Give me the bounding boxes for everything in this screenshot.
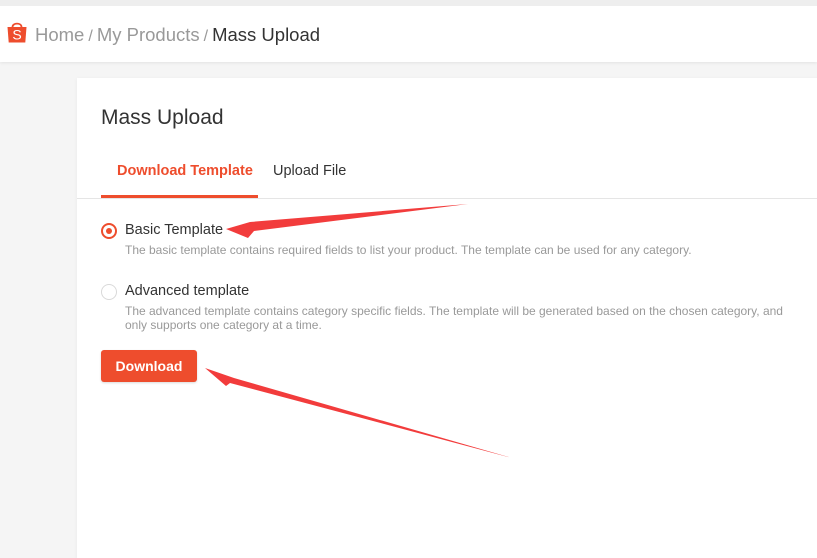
breadcrumb-separator: /: [88, 28, 93, 45]
mass-upload-card: Mass Upload Download Template Upload Fil…: [77, 78, 817, 558]
basic-template-description: The basic template contains required fie…: [125, 243, 692, 257]
breadcrumb-separator: /: [203, 28, 209, 45]
basic-template-radio[interactable]: [101, 223, 117, 239]
breadcrumb: Home / My Products / Mass Upload: [35, 24, 320, 48]
advanced-template-radio[interactable]: [101, 284, 117, 300]
tab-download-template[interactable]: Download Template: [117, 162, 253, 180]
shopee-bag-icon[interactable]: S: [5, 20, 29, 44]
tab-upload-file[interactable]: Upload File: [273, 162, 346, 180]
download-button[interactable]: Download: [101, 350, 197, 382]
tab-bar: Download Template Upload File: [77, 154, 817, 199]
page-title: Mass Upload: [101, 106, 224, 129]
advanced-template-label[interactable]: Advanced template: [125, 282, 249, 300]
active-tab-indicator: [101, 195, 258, 198]
advanced-template-description: The advanced template contains category …: [125, 304, 783, 332]
breadcrumb-home[interactable]: Home: [35, 24, 84, 45]
svg-text:S: S: [12, 27, 21, 43]
breadcrumb-my-products[interactable]: My Products: [97, 24, 200, 45]
top-bar: S Home / My Products / Mass Upload: [0, 0, 817, 62]
basic-template-label[interactable]: Basic Template: [125, 221, 223, 239]
breadcrumb-current: Mass Upload: [212, 24, 321, 45]
